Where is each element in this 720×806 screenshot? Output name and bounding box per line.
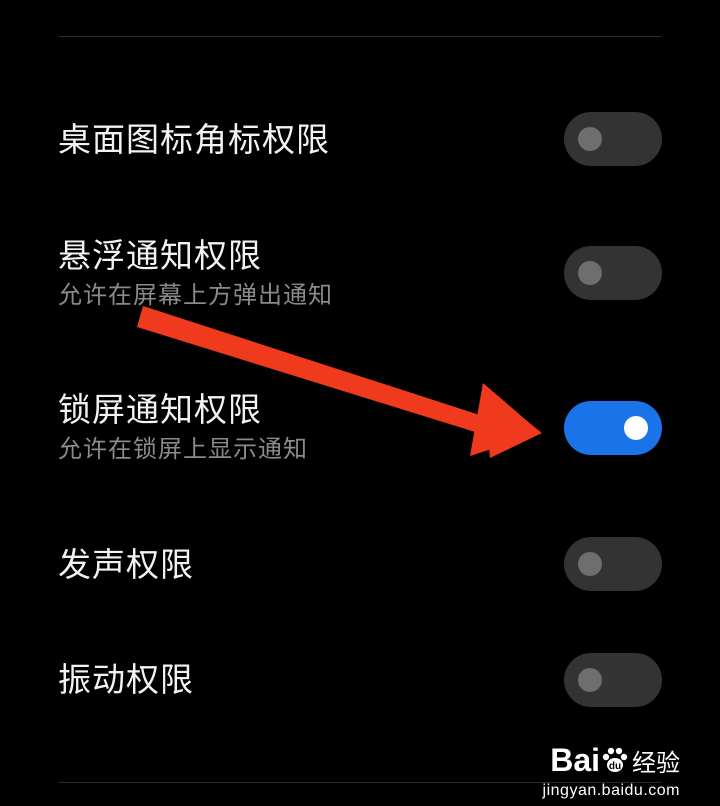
watermark-brand-cn: 经验 (632, 750, 680, 777)
watermark-brand: Bai du 经验 (543, 742, 680, 782)
svg-text:du: du (609, 761, 621, 772)
toggle-knob (624, 416, 648, 440)
baidu-jingyan-watermark: Bai du 经验 jingyan.baidu.com (543, 742, 680, 800)
top-divider (58, 36, 662, 37)
vibration-toggle[interactable] (564, 653, 662, 707)
watermark-url: jingyan.baidu.com (542, 782, 680, 799)
desktop-badge-toggle[interactable] (564, 112, 662, 166)
toggle-knob (578, 552, 602, 576)
lockscreen-notification-toggle[interactable] (564, 401, 662, 455)
sound-toggle[interactable] (564, 537, 662, 591)
watermark-brand-latin: Bai (550, 742, 600, 778)
toggle-knob (578, 261, 602, 285)
floating-notification-toggle[interactable] (564, 246, 662, 300)
paw-icon: du (602, 747, 628, 772)
toggle-knob (578, 127, 602, 151)
toggle-knob (578, 668, 602, 692)
